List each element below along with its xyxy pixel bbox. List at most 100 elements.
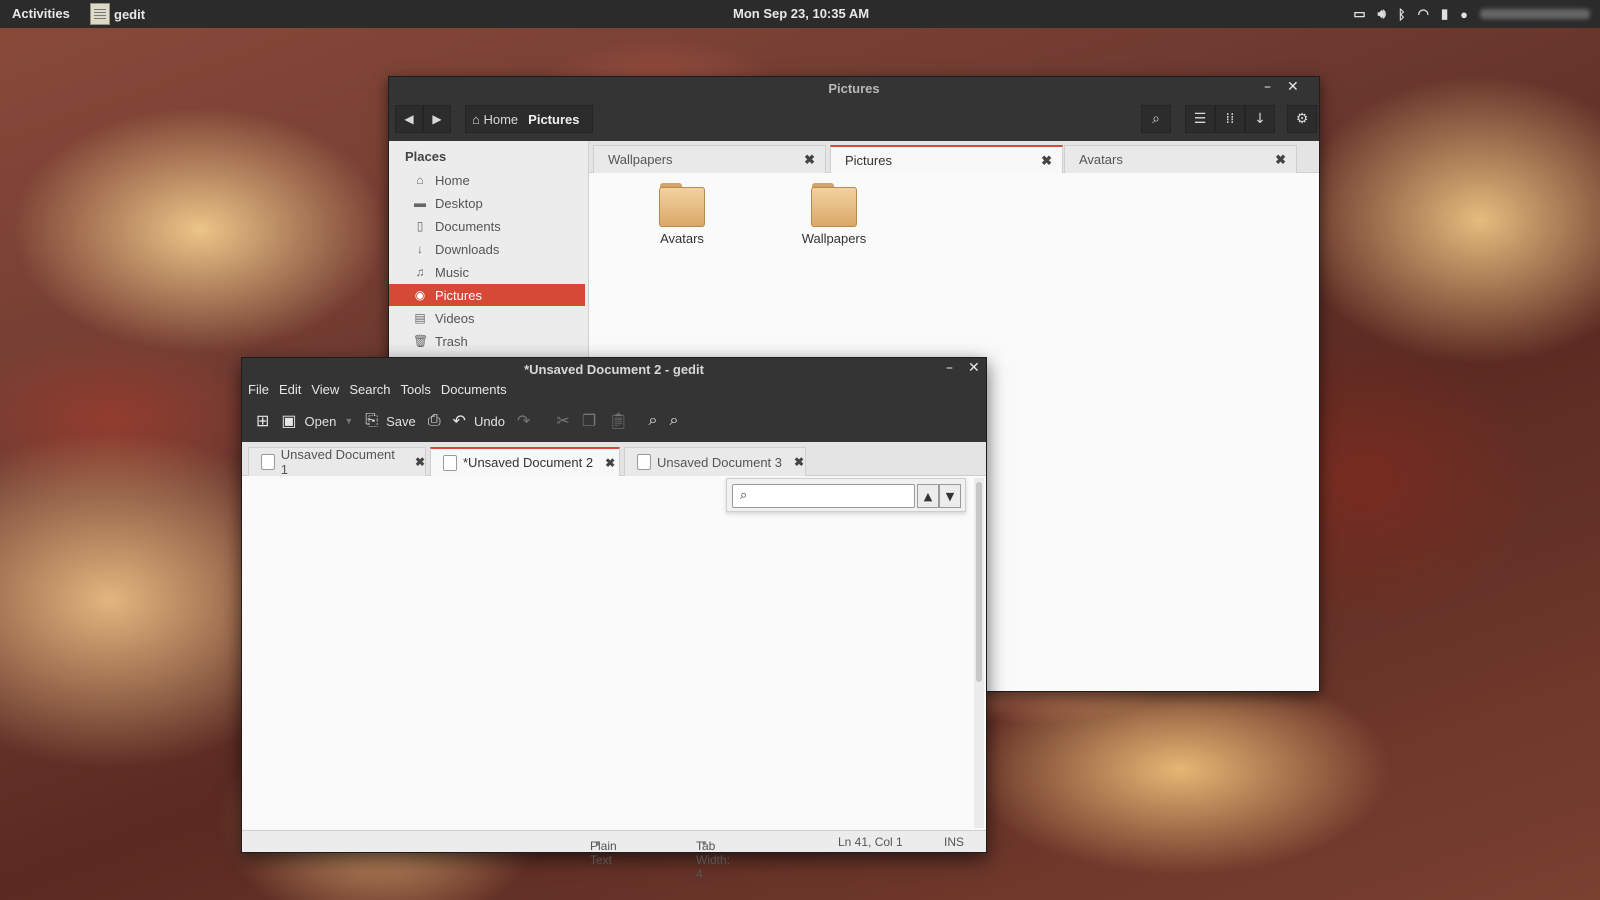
- menu-search[interactable]: Search: [349, 382, 390, 397]
- list-view-button[interactable]: ☰: [1185, 105, 1215, 133]
- film-icon: ▤: [414, 311, 426, 325]
- sidebar-item-pictures[interactable]: ◉ Pictures: [389, 284, 585, 306]
- chevron-down-icon: ▼: [594, 839, 602, 848]
- cut-button[interactable]: ✂: [550, 408, 575, 434]
- undo-button[interactable]: ↶ Undo: [447, 408, 511, 434]
- document-tabbar: Unsaved Document 1 ✖ *Unsaved Document 2…: [242, 442, 986, 477]
- paste-icon: 📋︎: [608, 413, 629, 430]
- music-icon: ♫: [415, 265, 425, 279]
- arrow-left-icon: ◀: [404, 112, 414, 126]
- tab-close-icon[interactable]: ✖: [1041, 153, 1052, 169]
- window-title: *Unsaved Document 2 - gedit: [524, 362, 704, 377]
- new-document-icon: ⊞: [256, 413, 270, 430]
- folder-item[interactable]: Avatars: [637, 183, 727, 246]
- search-button[interactable]: ⌕: [1141, 105, 1171, 133]
- vertical-scrollbar[interactable]: [974, 478, 984, 828]
- tab-wallpapers[interactable]: Wallpapers ✖: [593, 145, 826, 173]
- chevron-down-icon[interactable]: ▼: [344, 416, 353, 426]
- sidebar-item-music[interactable]: ♫ Music: [389, 261, 585, 283]
- close-button[interactable]: ✕: [968, 360, 980, 376]
- sidebar-item-videos[interactable]: ▤ Videos: [389, 307, 585, 329]
- minimize-button[interactable]: –: [1264, 79, 1271, 95]
- path-home-button[interactable]: ⌂ Home: [472, 112, 518, 127]
- desktop-icon: ▬: [414, 196, 426, 210]
- new-document-button[interactable]: ⊞: [250, 408, 275, 434]
- folder-icon: [659, 183, 705, 227]
- find-replace-button[interactable]: ⌕: [663, 408, 684, 434]
- open-button[interactable]: ▣ Open ▼: [275, 408, 359, 434]
- battery-icon[interactable]: ▮: [1441, 6, 1448, 22]
- scrollbar-thumb[interactable]: [976, 482, 982, 682]
- wifi-icon[interactable]: ◠: [1418, 6, 1429, 22]
- sort-button[interactable]: ↓: [1245, 105, 1275, 133]
- bluetooth-icon[interactable]: ᛒ: [1398, 7, 1406, 22]
- gedit-headerbar: *Unsaved Document 2 - gedit – ✕ File Edi…: [242, 358, 986, 442]
- search-previous-button[interactable]: ▲: [917, 484, 939, 508]
- arrow-right-icon: ▶: [432, 112, 442, 126]
- redo-icon: ↷: [517, 413, 531, 430]
- user-menu[interactable]: [1480, 9, 1590, 19]
- sidebar-item-desktop[interactable]: ▬ Desktop: [389, 192, 585, 214]
- print-icon: ⎙: [427, 412, 441, 429]
- search-input[interactable]: [759, 487, 909, 505]
- cut-icon: ✂: [556, 413, 570, 430]
- search-next-button[interactable]: ▼: [939, 484, 961, 508]
- menu-tools[interactable]: Tools: [401, 382, 431, 397]
- tab-close-icon[interactable]: ✖: [605, 456, 615, 470]
- tab-close-icon[interactable]: ✖: [415, 455, 425, 469]
- folder-label: Avatars: [660, 231, 704, 246]
- document-icon: [261, 454, 275, 470]
- path-current-button[interactable]: Pictures: [528, 112, 579, 127]
- chat-icon[interactable]: ●: [1460, 7, 1468, 22]
- tab-close-icon[interactable]: ✖: [1275, 152, 1286, 168]
- text-editor-area[interactable]: [242, 476, 970, 830]
- save-icon: ⎘: [365, 412, 379, 429]
- clock[interactable]: Mon Sep 23, 10:35 AM: [733, 6, 869, 21]
- forward-button[interactable]: ▶: [423, 105, 451, 133]
- tab-avatars[interactable]: Avatars ✖: [1064, 145, 1297, 173]
- paste-button[interactable]: 📋︎: [602, 408, 634, 434]
- tab-close-icon[interactable]: ✖: [794, 455, 804, 469]
- back-button[interactable]: ◀: [395, 105, 423, 133]
- gedit-toolbar: ⊞ ▣ Open ▼ ⎘ Save ⎙ ↶ Undo ↷ ✂ ❐ 📋︎ ⌕ ⌕: [250, 408, 684, 434]
- print-button[interactable]: ⎙: [422, 408, 447, 434]
- trash-icon: 🗑︎: [413, 334, 429, 348]
- grid-view-button[interactable]: ⁞⁞: [1215, 105, 1245, 133]
- sidebar-item-downloads[interactable]: ↓ Downloads: [389, 238, 585, 260]
- chevron-down-icon: ▼: [700, 839, 708, 848]
- menu-file[interactable]: File: [248, 382, 269, 397]
- settings-button[interactable]: ⚙: [1287, 105, 1317, 133]
- sidebar-item-documents[interactable]: ▯ Documents: [389, 215, 585, 237]
- save-button[interactable]: ⎘ Save: [359, 408, 421, 434]
- copy-icon: ❐: [581, 413, 597, 430]
- system-tray: ▭ 🔊︎ ᛒ ◠ ▮ ●: [1353, 0, 1600, 28]
- app-menu[interactable]: gedit: [90, 0, 145, 28]
- find-button[interactable]: ⌕: [642, 408, 663, 434]
- close-button[interactable]: ✕: [1287, 79, 1299, 95]
- volume-icon[interactable]: 🔊︎: [1378, 6, 1386, 22]
- gedit-app-icon: [90, 3, 110, 25]
- tab-close-icon[interactable]: ✖: [804, 152, 815, 168]
- tab-pictures[interactable]: Pictures ✖: [830, 145, 1063, 174]
- list-icon: ☰: [1193, 111, 1207, 127]
- tab-unsaved-document-3[interactable]: Unsaved Document 3 ✖: [624, 447, 806, 476]
- minimize-button[interactable]: –: [946, 360, 953, 376]
- menu-view[interactable]: View: [311, 382, 339, 397]
- search-icon: ⌕: [740, 488, 748, 503]
- home-icon: ⌂: [416, 173, 424, 187]
- redo-button[interactable]: ↷: [511, 408, 536, 434]
- file-manager-headerbar: Pictures – ✕ ◀ ▶ ⌂ Home Pictures ⌕ ☰ ⁞⁞ …: [389, 77, 1319, 141]
- copy-button[interactable]: ❐: [576, 408, 602, 434]
- folder-item[interactable]: Wallpapers: [789, 183, 879, 246]
- menu-documents[interactable]: Documents: [441, 382, 507, 397]
- insert-mode: INS: [944, 835, 965, 849]
- menu-edit[interactable]: Edit: [279, 382, 301, 397]
- screen-icon[interactable]: ▭: [1353, 6, 1365, 22]
- sidebar-item-trash[interactable]: 🗑︎ Trash: [389, 330, 585, 352]
- places-heading: Places: [405, 149, 447, 164]
- activities-button[interactable]: Activities: [12, 6, 70, 21]
- sidebar-item-home[interactable]: ⌂ Home: [389, 169, 585, 191]
- tab-unsaved-document-1[interactable]: Unsaved Document 1 ✖: [248, 447, 426, 477]
- grid-icon: ⁞⁞: [1225, 111, 1235, 127]
- tab-unsaved-document-2[interactable]: *Unsaved Document 2 ✖: [430, 447, 620, 476]
